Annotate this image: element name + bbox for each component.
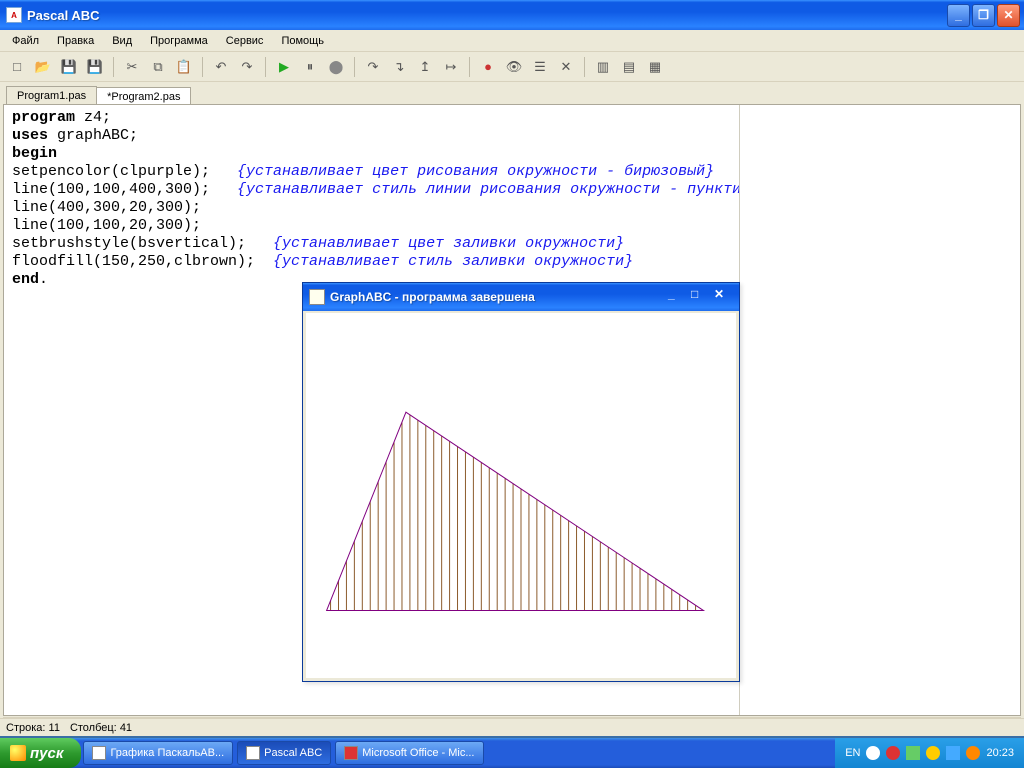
- menu-service[interactable]: Сервис: [218, 33, 272, 49]
- toolbar: □📂💾💾✂⧉📋↶↷▶⏸⬤↷↴↥↦●👁☰✕▥▤▦: [0, 52, 1024, 82]
- pascal-icon: [246, 746, 260, 760]
- open-icon[interactable]: 📂: [32, 56, 54, 78]
- clear-breakpoints-icon[interactable]: ✕: [555, 56, 577, 78]
- window-tile-v-icon[interactable]: ▦: [644, 56, 666, 78]
- step-over-icon[interactable]: ↷: [362, 56, 384, 78]
- clock[interactable]: 20:23: [986, 747, 1014, 759]
- editor-right-margin: [740, 105, 1020, 715]
- editor-tabs: Program1.pas *Program2.pas: [0, 82, 1024, 104]
- menu-edit[interactable]: Правка: [49, 33, 102, 49]
- step-into-icon[interactable]: ↴: [388, 56, 410, 78]
- minimize-button[interactable]: _: [947, 4, 970, 27]
- cut-icon[interactable]: ✂: [121, 56, 143, 78]
- stop-icon[interactable]: ⬤: [325, 56, 347, 78]
- toolbar-separator: [202, 57, 203, 77]
- taskbar-item-word[interactable]: Графика ПаскальАВ...: [83, 741, 233, 765]
- restore-button[interactable]: ❐: [972, 4, 995, 27]
- pause-icon[interactable]: ⏸: [299, 56, 321, 78]
- opera-icon: [344, 746, 358, 760]
- language-indicator[interactable]: EN: [845, 747, 860, 759]
- toolbar-separator: [113, 57, 114, 77]
- tray-update-icon[interactable]: [966, 746, 980, 760]
- app-icon: A: [6, 7, 22, 23]
- graphabc-title-bar[interactable]: GraphABC - программа завершена _ □ ✕: [303, 283, 739, 311]
- toolbar-separator: [354, 57, 355, 77]
- tray-icon[interactable]: [866, 746, 880, 760]
- window-tile-h-icon[interactable]: ▤: [618, 56, 640, 78]
- taskbar-item-office[interactable]: Microsoft Office - Mic...: [335, 741, 483, 765]
- menu-help[interactable]: Помощь: [273, 33, 332, 49]
- tray-network-icon[interactable]: [946, 746, 960, 760]
- redo-icon[interactable]: ↷: [236, 56, 258, 78]
- toolbar-separator: [584, 57, 585, 77]
- undo-icon[interactable]: ↶: [210, 56, 232, 78]
- run-to-cursor-icon[interactable]: ↦: [440, 56, 462, 78]
- paste-icon[interactable]: 📋: [173, 56, 195, 78]
- toolbar-separator: [265, 57, 266, 77]
- graphabc-minimize-button[interactable]: _: [668, 287, 689, 308]
- taskbar-item-pascal[interactable]: Pascal ABC: [237, 741, 331, 765]
- status-column: Столбец: 41: [70, 722, 132, 734]
- tray-antivirus-icon[interactable]: [906, 746, 920, 760]
- tab-program1[interactable]: Program1.pas: [6, 86, 97, 104]
- title-bar: A Pascal ABC _ ❐ ✕: [0, 0, 1024, 30]
- tab-program2[interactable]: *Program2.pas: [96, 87, 191, 105]
- view-vars-icon[interactable]: ☰: [529, 56, 551, 78]
- windows-logo-icon: [10, 745, 26, 761]
- graphabc-title: GraphABC - программа завершена: [330, 290, 668, 304]
- run-icon[interactable]: ▶: [273, 56, 295, 78]
- toggle-breakpoint-icon[interactable]: ●: [477, 56, 499, 78]
- status-line: Строка: 11: [6, 722, 60, 734]
- new-file-icon[interactable]: □: [6, 56, 28, 78]
- toolbar-separator: [469, 57, 470, 77]
- watch-icon[interactable]: 👁: [503, 56, 525, 78]
- graphabc-canvas: [306, 313, 736, 678]
- graphabc-maximize-button[interactable]: □: [691, 287, 712, 308]
- menu-program[interactable]: Программа: [142, 33, 216, 49]
- taskbar: пуск Графика ПаскальАВ... Pascal ABC Mic…: [0, 738, 1024, 768]
- graphabc-window[interactable]: GraphABC - программа завершена _ □ ✕: [302, 282, 740, 682]
- window-title: Pascal ABC: [27, 8, 947, 23]
- menu-bar: Файл Правка Вид Программа Сервис Помощь: [0, 30, 1024, 52]
- tray-opera-icon[interactable]: [886, 746, 900, 760]
- graphabc-close-button[interactable]: ✕: [714, 287, 735, 308]
- word-icon: [92, 746, 106, 760]
- graphabc-icon: [309, 289, 325, 305]
- save-icon[interactable]: 💾: [58, 56, 80, 78]
- copy-icon[interactable]: ⧉: [147, 56, 169, 78]
- menu-view[interactable]: Вид: [104, 33, 140, 49]
- window-cascade-icon[interactable]: ▥: [592, 56, 614, 78]
- system-tray[interactable]: EN 20:23: [835, 738, 1024, 768]
- tray-shield-icon[interactable]: [926, 746, 940, 760]
- start-button[interactable]: пуск: [0, 738, 81, 768]
- status-bar: Строка: 11 Столбец: 41: [0, 718, 1024, 738]
- save-all-icon[interactable]: 💾: [84, 56, 106, 78]
- menu-file[interactable]: Файл: [4, 33, 47, 49]
- step-out-icon[interactable]: ↥: [414, 56, 436, 78]
- close-button[interactable]: ✕: [997, 4, 1020, 27]
